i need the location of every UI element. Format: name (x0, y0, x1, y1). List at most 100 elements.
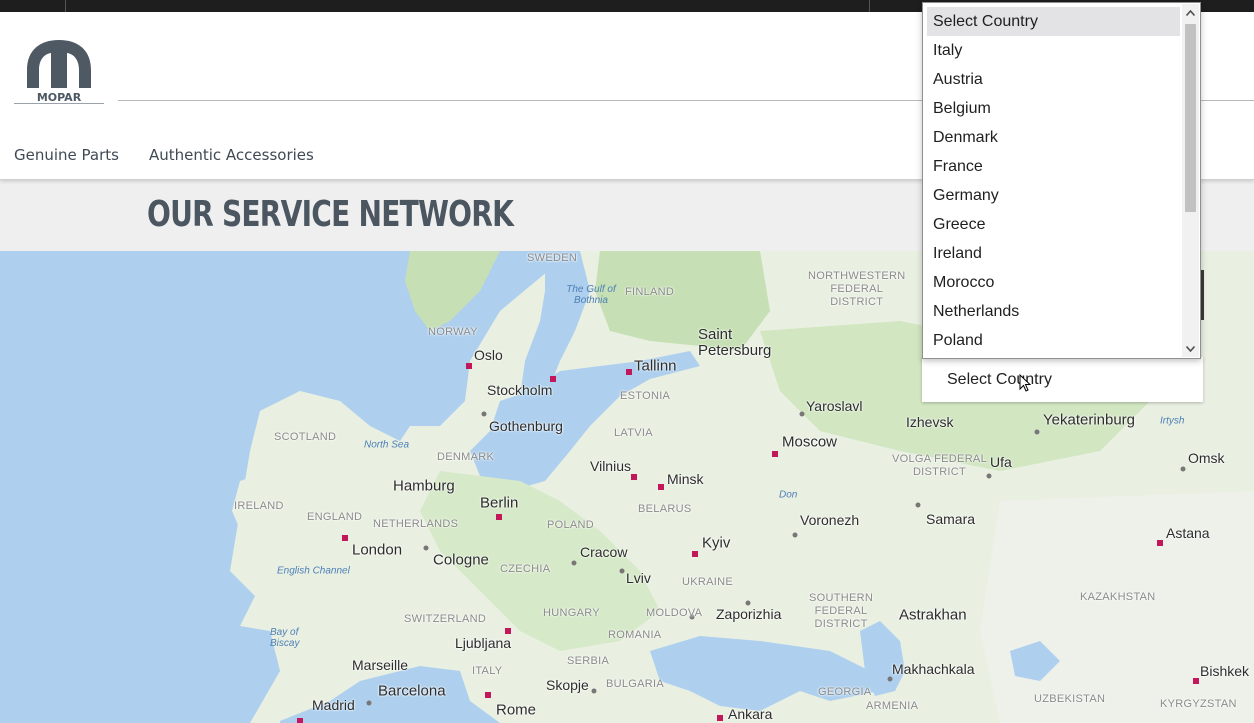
map-region-label: NORTHWESTERN FEDERAL DISTRICT (808, 270, 906, 308)
map-city-label: London (352, 541, 403, 559)
country-option[interactable]: Netherlands (927, 297, 1180, 326)
map-water-label: The Gulf of Bothnia (566, 284, 616, 306)
scroll-thumb[interactable] (1185, 24, 1196, 212)
map-water-label: North Sea (364, 439, 410, 451)
map-country-label: ENGLAND (307, 511, 363, 523)
map-country-label: UZBEKISTAN (1034, 693, 1106, 705)
map-country-label: BULGARIA (606, 678, 665, 690)
map-city-label: Yekaterinburg (1043, 411, 1136, 429)
map-country-label: NETHERLANDS (373, 518, 459, 530)
dealer-marker[interactable] (631, 474, 637, 480)
map-city-label: Makhachkala (892, 661, 975, 677)
map-city-label: Izhevsk (906, 414, 954, 430)
map-city-label: Yaroslavl (806, 398, 863, 414)
dealer-marker[interactable] (626, 369, 632, 375)
map-country-label: SWITZERLAND (404, 613, 487, 625)
map-country-label: DENMARK (437, 451, 495, 463)
country-option[interactable]: Denmark (927, 123, 1180, 152)
dropdown-scrollbar[interactable] (1182, 4, 1199, 357)
map-city-label: Saint Petersburg (698, 326, 772, 359)
steppe-area (980, 491, 1254, 723)
page-title: OUR SERVICE NETWORK (147, 194, 514, 235)
map-city-label: Ljubljana (455, 635, 512, 651)
map-city-label: Astrakhan (899, 606, 967, 624)
map-country-label: IRELAND (234, 500, 284, 512)
dealer-marker[interactable] (466, 363, 472, 369)
dealer-marker[interactable] (692, 551, 698, 557)
map-city-label: Kyiv (702, 534, 731, 552)
city-dot (366, 700, 372, 706)
country-dropdown[interactable]: Select Country Italy Austria Belgium Denmark… (922, 2, 1201, 359)
country-option[interactable]: Ireland (927, 239, 1180, 268)
map-country-label: KYRGYZSTAN (1160, 698, 1237, 710)
map-city-label: Stockholm (487, 382, 553, 398)
scroll-up-arrow-icon[interactable] (1182, 4, 1199, 21)
dealer-marker[interactable] (505, 628, 511, 634)
map-country-label: ROMANIA (608, 629, 662, 641)
dealer-marker[interactable] (772, 451, 778, 457)
map-city-label: Rome (496, 701, 537, 719)
country-select[interactable]: Select Country (947, 371, 1052, 389)
map-country-label: SERBIA (567, 655, 610, 667)
dealer-marker[interactable] (1157, 540, 1163, 546)
nav-authentic-accessories[interactable]: Authentic Accessories (149, 146, 314, 164)
map-country-label: BELARUS (638, 503, 692, 515)
logo-underline (14, 103, 104, 104)
dealer-marker[interactable] (1193, 678, 1199, 684)
top-bar-divider (869, 0, 870, 12)
city-dot (915, 502, 921, 508)
mouse-cursor-icon (1019, 374, 1031, 392)
country-option[interactable]: Morocco (927, 268, 1180, 297)
map-country-label: HUNGARY (543, 607, 600, 619)
city-dot (887, 676, 893, 682)
map-water-label: Bay of Biscay (270, 627, 300, 649)
map-city-label: Berlin (480, 494, 519, 512)
map-country-label: SWEDEN (527, 252, 578, 264)
map-country-label: GEORGIA (818, 686, 872, 698)
map-city-label: Ankara (728, 706, 773, 722)
map-city-label: Hamburg (393, 477, 455, 495)
dealer-marker[interactable] (717, 715, 723, 721)
mopar-m-logo-icon: MOPAR (27, 40, 91, 104)
country-option[interactable]: Greece (927, 210, 1180, 239)
map-city-label: Skopje (546, 677, 589, 693)
map-country-label: SCOTLAND (274, 431, 337, 443)
country-option[interactable]: Austria (927, 65, 1180, 94)
map-country-label: ARMENIA (866, 700, 919, 712)
map-city-label: Gothenburg (489, 418, 563, 434)
city-dot (423, 545, 429, 551)
map-country-label: UKRAINE (682, 576, 733, 588)
map-city-label: Astana (1166, 525, 1210, 541)
country-option[interactable]: Select Country (927, 7, 1180, 36)
city-dot (571, 560, 577, 566)
country-option[interactable]: France (927, 152, 1180, 181)
mopar-logo[interactable]: MOPAR (14, 32, 104, 104)
map-city-label: Lviv (626, 570, 651, 586)
map-country-label: POLAND (547, 519, 595, 531)
dealer-marker[interactable] (297, 718, 303, 723)
dealer-marker[interactable] (485, 692, 491, 698)
map-city-label: Cologne (433, 551, 489, 569)
map-country-label: FINLAND (625, 286, 675, 298)
map-city-label: Madrid (312, 697, 355, 713)
map-city-label: Voronezh (800, 512, 860, 528)
country-options-list: Select Country Italy Austria Belgium Denmark… (927, 7, 1180, 355)
nav-genuine-parts[interactable]: Genuine Parts (14, 146, 119, 164)
country-option[interactable]: Belgium (927, 94, 1180, 123)
map-water-label: English Channel (277, 565, 350, 577)
map-city-label: Bishkek (1200, 663, 1250, 679)
map-country-label: ITALY (472, 665, 503, 677)
dealer-marker[interactable] (342, 535, 348, 541)
map-city-label: Barcelona (378, 682, 446, 700)
map-city-label: Zaporizhia (716, 606, 782, 622)
country-option[interactable]: Italy (927, 36, 1180, 65)
dealer-marker[interactable] (658, 484, 664, 490)
main-nav: Genuine Parts Authentic Accessories (14, 146, 314, 164)
scroll-down-arrow-icon[interactable] (1182, 340, 1199, 357)
country-option[interactable]: Germany (927, 181, 1180, 210)
map-country-label: KAZAKHSTAN (1080, 591, 1156, 603)
country-option[interactable]: Poland (927, 326, 1180, 355)
country-filter[interactable]: Select Country (922, 357, 1203, 402)
dealer-marker[interactable] (496, 514, 502, 520)
map-city-label: Cracow (580, 544, 628, 560)
